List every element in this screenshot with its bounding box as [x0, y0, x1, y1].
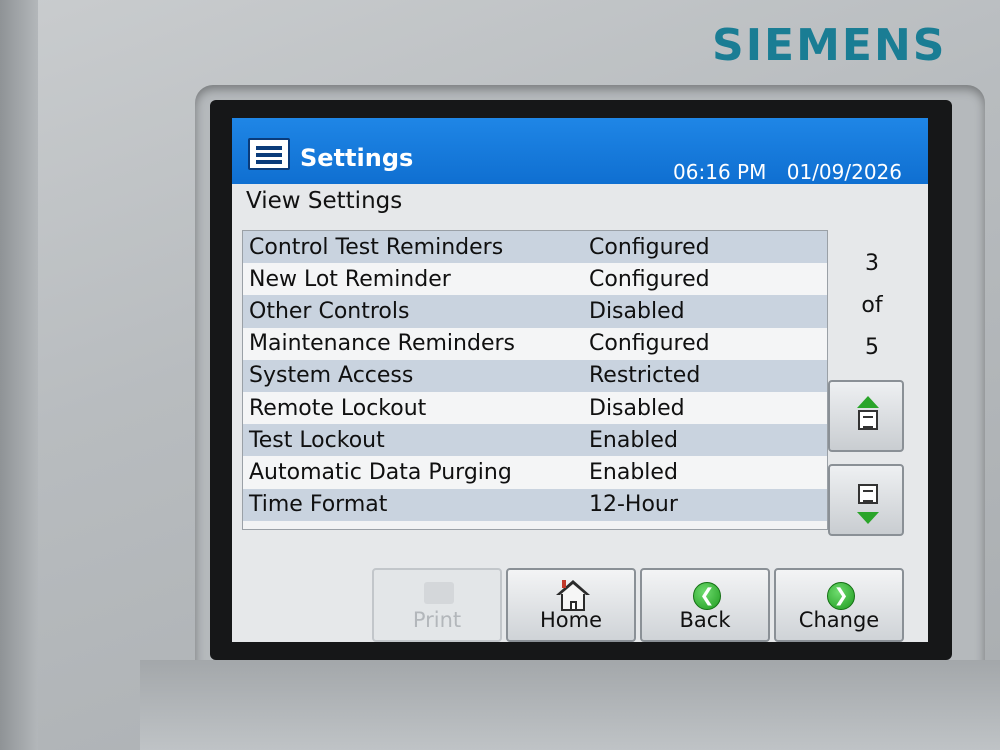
date-display: 01/09/2026 — [786, 160, 902, 184]
up-arrow-icon — [857, 396, 879, 408]
table-row[interactable]: Other Controls Disabled — [243, 295, 827, 328]
page-indicator: 3 of 5 — [832, 243, 912, 369]
down-arrow-icon — [857, 512, 879, 524]
setting-value: Restricted — [589, 363, 701, 389]
setting-value: 12-Hour — [589, 492, 678, 518]
setting-name: Other Controls — [249, 298, 410, 324]
setting-value: Disabled — [589, 298, 685, 324]
table-row[interactable]: Time Format 12-Hour — [243, 488, 827, 521]
bezel-lip — [140, 660, 1000, 750]
total-pages: 5 — [865, 335, 879, 360]
page-title: Settings — [300, 144, 414, 172]
setting-value: Enabled — [589, 459, 678, 485]
table-row[interactable]: Automatic Data Purging Enabled — [243, 456, 827, 489]
setting-name: Automatic Data Purging — [249, 459, 512, 485]
setting-name: Control Test Reminders — [249, 234, 504, 260]
time-display: 06:16 PM — [673, 160, 767, 184]
forward-arrow-icon: ❯ — [827, 582, 855, 610]
home-label: Home — [539, 608, 602, 632]
table-row[interactable]: Maintenance Reminders Configured — [243, 327, 827, 360]
setting-value: Configured — [589, 266, 710, 292]
print-label: Print — [412, 608, 462, 632]
touch-screen: Settings 06:16 PM 01/09/2026 View Settin… — [232, 118, 928, 642]
change-button[interactable]: ❯ Change — [774, 568, 904, 642]
table-row[interactable]: Control Test Reminders Configured — [243, 231, 827, 264]
page-down-button[interactable] — [828, 464, 904, 536]
setting-value: Configured — [589, 234, 710, 260]
clock: 06:16 PM 01/09/2026 — [659, 160, 902, 184]
change-label: Change — [798, 608, 880, 632]
page-up-icon — [858, 410, 878, 430]
list-icon — [248, 138, 290, 170]
home-button[interactable]: Home — [506, 568, 636, 642]
setting-name: New Lot Reminder — [249, 266, 451, 292]
device-edge — [0, 0, 38, 750]
setting-name: Maintenance Reminders — [249, 331, 515, 357]
back-button[interactable]: ❮ Back — [640, 568, 770, 642]
settings-table: Control Test Reminders Configured New Lot… — [242, 230, 828, 530]
table-row[interactable]: Remote Lockout Disabled — [243, 391, 827, 425]
setting-name: System Access — [249, 363, 414, 389]
view-subtitle: View Settings — [246, 188, 403, 214]
table-row[interactable]: New Lot Reminder Configured — [243, 263, 827, 296]
setting-value: Enabled — [589, 427, 678, 453]
setting-value: Configured — [589, 331, 710, 357]
table-row[interactable]: Test Lockout Enabled — [243, 424, 827, 457]
setting-name: Test Lockout — [249, 427, 385, 453]
printer-icon — [424, 582, 454, 604]
setting-name: Remote Lockout — [249, 395, 427, 421]
current-page: 3 — [865, 251, 879, 276]
page-down-icon — [858, 484, 878, 504]
back-arrow-icon: ❮ — [693, 582, 721, 610]
print-button[interactable]: Print — [372, 568, 502, 642]
page-of-label: of — [861, 293, 883, 318]
setting-value: Disabled — [589, 395, 685, 421]
back-label: Back — [679, 608, 731, 632]
table-row[interactable]: System Access Restricted — [243, 359, 827, 392]
brand-logo: SIEMENS — [712, 20, 947, 71]
setting-name: Time Format — [249, 492, 388, 518]
page-up-button[interactable] — [828, 380, 904, 452]
title-bar: Settings 06:16 PM 01/09/2026 — [232, 118, 928, 184]
